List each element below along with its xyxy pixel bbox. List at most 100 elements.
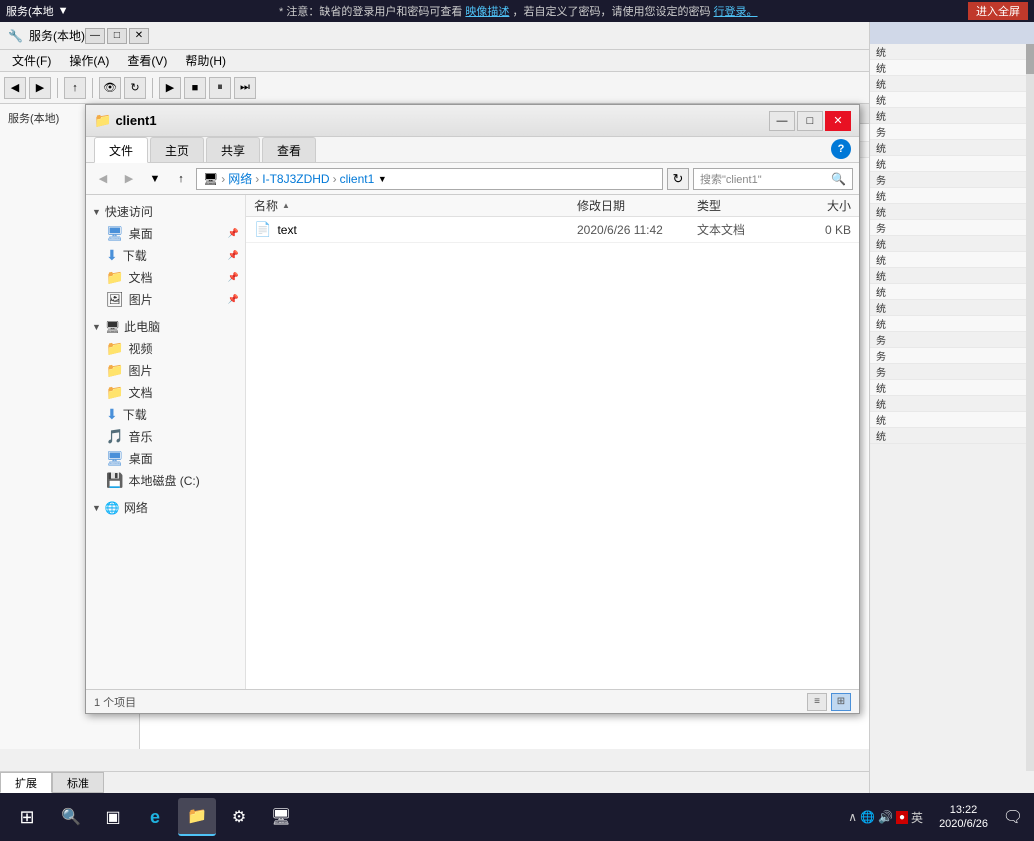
ribbon-tab-home[interactable]: 主页: [150, 137, 204, 162]
svc-right-25[interactable]: 统: [870, 428, 1034, 444]
svc-close-btn[interactable]: ✕: [129, 28, 149, 44]
sidebar-item-downloads[interactable]: ⬇ 下载: [86, 403, 245, 425]
svc-right-11[interactable]: 统: [870, 204, 1034, 220]
toolbar-btn-fwd[interactable]: ▶: [29, 77, 51, 99]
sidebar-item-docs[interactable]: 📁 文档: [86, 381, 245, 403]
col-header-size[interactable]: 大小: [789, 197, 859, 214]
svc-maximize-btn[interactable]: □: [107, 28, 127, 44]
svc-right-16[interactable]: 统: [870, 284, 1034, 300]
nav-back-btn[interactable]: ◀: [92, 168, 114, 190]
tray-network-icon[interactable]: 🌐: [860, 810, 875, 824]
search-box[interactable]: 搜索"client1" 🔍: [693, 168, 853, 190]
notice-link2[interactable]: 行登录。: [714, 6, 758, 18]
svc-right-19[interactable]: 务: [870, 332, 1034, 348]
view-list-btn[interactable]: ≡: [807, 693, 827, 711]
sidebar-item-local-disk[interactable]: 💾 本地磁盘 (C:): [86, 469, 245, 491]
sidebar-item-music[interactable]: 🎵 音乐: [86, 425, 245, 447]
addr-client-part[interactable]: client1: [340, 172, 375, 186]
view-detail-btn[interactable]: ⊞: [831, 693, 851, 711]
sidebar-item-desktop[interactable]: 🖥 桌面: [86, 447, 245, 469]
svc-right-15[interactable]: 统: [870, 268, 1034, 284]
tray-arrow-icon[interactable]: ∧: [848, 810, 857, 824]
toolbar-btn-refresh[interactable]: ↻: [124, 77, 146, 99]
svc-right-1[interactable]: 统: [870, 44, 1034, 60]
svc-right-24[interactable]: 统: [870, 412, 1034, 428]
explorer-help-btn[interactable]: ?: [831, 139, 851, 159]
svc-right-10[interactable]: 统: [870, 188, 1034, 204]
col-header-date[interactable]: 修改日期: [569, 197, 689, 214]
settings-taskbar-btn[interactable]: ⚙: [220, 798, 258, 836]
addr-refresh-btn[interactable]: ↻: [667, 168, 689, 190]
addr-network-part[interactable]: 网络: [228, 170, 252, 187]
nav-up-btn[interactable]: ↑: [170, 168, 192, 190]
toolbar-btn-restart[interactable]: ⏭: [234, 77, 256, 99]
svc-minimize-btn[interactable]: —: [85, 28, 105, 44]
svc-right-7[interactable]: 统: [870, 140, 1034, 156]
edge-btn[interactable]: e: [136, 798, 174, 836]
nav-fwd-btn[interactable]: ▶: [118, 168, 140, 190]
right-scrollbar-thumb[interactable]: [1026, 44, 1034, 74]
file-row-text[interactable]: 📄 text 2020/6/26 11:42 文本文档 0 KB: [246, 217, 859, 243]
ribbon-tab-file[interactable]: 文件: [94, 137, 148, 163]
svc-right-21[interactable]: 务: [870, 364, 1034, 380]
svc-right-3[interactable]: 统: [870, 76, 1034, 92]
toolbar-btn-play[interactable]: ▶: [159, 77, 181, 99]
network-header[interactable]: ▼ 🌐 网络: [86, 497, 245, 518]
explorer-close-btn[interactable]: ✕: [825, 111, 851, 131]
task-view-btn[interactable]: ▣: [94, 798, 132, 836]
start-button[interactable]: ⊞: [6, 796, 48, 838]
svc-right-5[interactable]: 统: [870, 108, 1034, 124]
svc-right-22[interactable]: 统: [870, 380, 1034, 396]
svc-right-8[interactable]: 统: [870, 156, 1034, 172]
sidebar-item-download-quick[interactable]: ⬇ 下载 📌: [86, 244, 245, 266]
toolbar-btn-back[interactable]: ◀: [4, 77, 26, 99]
toolbar-btn-pause[interactable]: ⏸: [209, 77, 231, 99]
svc-right-18[interactable]: 统: [870, 316, 1034, 332]
quick-access-header[interactable]: ▼ 快速访问: [86, 201, 245, 222]
menu-help[interactable]: 帮助(H): [177, 50, 234, 71]
ribbon-tab-view[interactable]: 查看: [262, 137, 316, 162]
sidebar-item-pics[interactable]: 📁 图片: [86, 359, 245, 381]
menu-action[interactable]: 操作(A): [61, 50, 117, 71]
addr-expand-btn[interactable]: ▼: [374, 168, 390, 190]
svc-right-9[interactable]: 务: [870, 172, 1034, 188]
tray-battery-icon[interactable]: ●: [896, 811, 908, 824]
notice-link1[interactable]: 映像描述: [465, 6, 509, 18]
explorer-taskbar-btn[interactable]: 📁: [178, 798, 216, 836]
svc-right-23[interactable]: 统: [870, 396, 1034, 412]
svc-right-14[interactable]: 统: [870, 252, 1034, 268]
sidebar-item-desktop-quick[interactable]: 🖥 桌面 📌: [86, 222, 245, 244]
search-icon[interactable]: 🔍: [831, 172, 846, 186]
dropdown-arrow[interactable]: ▼: [58, 5, 69, 17]
tray-notification-btn[interactable]: 🗨: [998, 802, 1028, 832]
svc-tab-standard[interactable]: 标准: [52, 772, 104, 793]
svc-right-6[interactable]: 务: [870, 124, 1034, 140]
tray-lang-icon[interactable]: 英: [911, 809, 923, 826]
addr-machine-part[interactable]: I-T8J3ZDHD: [262, 172, 329, 186]
toolbar-btn-up[interactable]: ↑: [64, 77, 86, 99]
sidebar-item-videos[interactable]: 📁 视频: [86, 337, 245, 359]
remote-taskbar-btn[interactable]: 🖥: [262, 798, 300, 836]
this-pc-header[interactable]: ▼ 🖥 此电脑: [86, 316, 245, 337]
toolbar-btn-show[interactable]: 👁: [99, 77, 121, 99]
toolbar-btn-stop[interactable]: ■: [184, 77, 206, 99]
sidebar-item-docs-quick[interactable]: 📁 文档 📌: [86, 266, 245, 288]
tray-datetime[interactable]: 13:22 2020/6/26: [933, 803, 994, 832]
explorer-maximize-btn[interactable]: □: [797, 111, 823, 131]
svc-right-2[interactable]: 统: [870, 60, 1034, 76]
sidebar-item-pics-quick[interactable]: 🖼 图片 📌: [86, 288, 245, 310]
col-header-name[interactable]: 名称 ▲: [246, 197, 569, 214]
svc-right-20[interactable]: 务: [870, 348, 1034, 364]
right-scrollbar[interactable]: [1026, 44, 1034, 771]
address-path[interactable]: 🖥 › 网络 › I-T8J3ZDHD › client1 ▼: [196, 168, 663, 190]
svc-tab-extend[interactable]: 扩展: [0, 772, 52, 793]
search-taskbar-btn[interactable]: 🔍: [52, 798, 90, 836]
svc-right-4[interactable]: 统: [870, 92, 1034, 108]
explorer-minimize-btn[interactable]: —: [769, 111, 795, 131]
ribbon-tab-share[interactable]: 共享: [206, 137, 260, 162]
fullscreen-button[interactable]: 进入全屏: [968, 2, 1028, 20]
col-header-type[interactable]: 类型: [689, 197, 789, 214]
svc-right-12[interactable]: 务: [870, 220, 1034, 236]
menu-view[interactable]: 查看(V): [119, 50, 175, 71]
tray-volume-icon[interactable]: 🔊: [878, 810, 893, 824]
